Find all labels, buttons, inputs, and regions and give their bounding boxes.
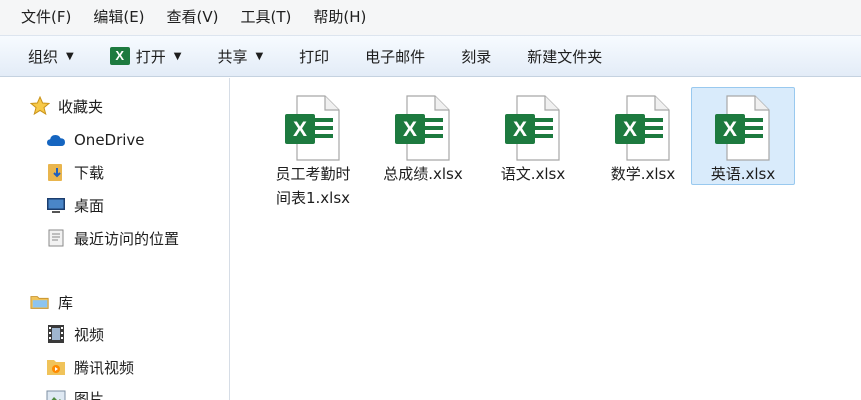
film-icon (46, 324, 66, 344)
organize-button[interactable]: 组织 ▼ (12, 41, 90, 71)
nav-onedrive-label: OneDrive (74, 131, 145, 149)
burn-label: 刻录 (461, 47, 492, 66)
new-folder-label: 新建文件夹 (527, 47, 603, 66)
menu-help[interactable]: 帮助(H) (302, 0, 377, 35)
file-name: 英语.xlsx (710, 165, 776, 183)
organize-label: 组织 (28, 47, 59, 66)
nav-pictures-label: 图片 (74, 389, 105, 400)
download-folder-icon (46, 162, 66, 182)
file-item-selected[interactable]: X 英语.xlsx (691, 87, 795, 185)
email-label: 电子邮件 (365, 47, 426, 66)
excel-file-icon: X (613, 94, 673, 162)
svg-text:X: X (513, 118, 527, 141)
svg-text:X: X (293, 118, 307, 141)
open-button[interactable]: X 打开 ▼ (94, 41, 198, 71)
burn-button[interactable]: 刻录 (445, 41, 507, 71)
file-item[interactable]: X 语文.xlsx (481, 87, 585, 185)
nav-libraries[interactable]: 库 (30, 288, 73, 316)
menu-view[interactable]: 查看(V) (156, 0, 230, 35)
nav-tencent-label: 腾讯视频 (74, 358, 135, 377)
tencent-video-folder-icon (46, 357, 66, 377)
file-name: 总成绩.xlsx (383, 165, 463, 183)
nav-libraries-label: 库 (58, 293, 74, 312)
nav-videos-label: 视频 (74, 325, 105, 344)
nav-tencent-video[interactable]: 腾讯视频 (46, 353, 134, 381)
email-button[interactable]: 电子邮件 (349, 41, 441, 71)
nav-favorites[interactable]: 收藏夹 (30, 92, 103, 120)
recent-places-icon (46, 228, 66, 248)
nav-recent-label: 最近访问的位置 (74, 229, 180, 248)
file-list-area: X 员工考勤时 间表1.xlsx X 总成绩.xlsx X 语文.xlsx X … (231, 78, 861, 400)
svg-text:X: X (723, 118, 737, 141)
open-label: 打开 (135, 47, 166, 66)
excel-file-icon: X (393, 94, 453, 162)
nav-downloads-label: 下载 (74, 163, 105, 182)
file-name: 语文.xlsx (500, 165, 566, 183)
file-item[interactable]: X 总成绩.xlsx (371, 87, 475, 185)
chevron-down-icon: ▼ (255, 50, 264, 62)
nav-pictures[interactable]: 图片 (46, 384, 104, 400)
print-label: 打印 (299, 47, 330, 66)
nav-videos[interactable]: 视频 (46, 320, 104, 348)
svg-text:X: X (403, 118, 417, 141)
nav-onedrive[interactable]: OneDrive (46, 126, 145, 154)
file-item[interactable]: X 员工考勤时 间表1.xlsx (261, 87, 365, 207)
print-button[interactable]: 打印 (283, 41, 345, 71)
nav-downloads[interactable]: 下载 (46, 158, 104, 186)
excel-file-icon: X (713, 94, 773, 162)
navigation-pane: 收藏夹 OneDrive 下载 桌面 最近访问的位置 库 视频 腾讯视频 图片 (0, 78, 230, 400)
desktop-icon (46, 195, 66, 215)
chevron-down-icon: ▼ (173, 50, 182, 62)
share-label: 共享 (217, 47, 248, 66)
share-button[interactable]: 共享 ▼ (201, 41, 279, 71)
excel-file-icon: X (283, 94, 343, 162)
menu-bar: 文件(F) 编辑(E) 查看(V) 工具(T) 帮助(H) (0, 0, 861, 35)
file-name-line: 间表1.xlsx (275, 189, 351, 207)
nav-recent-places[interactable]: 最近访问的位置 (46, 224, 179, 252)
nav-favorites-label: 收藏夹 (58, 97, 104, 116)
excel-file-icon: X (503, 94, 563, 162)
menu-tools[interactable]: 工具(T) (230, 0, 303, 35)
nav-desktop[interactable]: 桌面 (46, 191, 104, 219)
menu-file[interactable]: 文件(F) (10, 0, 82, 35)
excel-icon: X (109, 47, 130, 65)
nav-desktop-label: 桌面 (74, 196, 105, 215)
new-folder-button[interactable]: 新建文件夹 (511, 41, 618, 71)
command-toolbar: 组织 ▼ X 打开 ▼ 共享 ▼ 打印 电子邮件 刻录 新建文件夹 (0, 35, 861, 77)
menu-edit[interactable]: 编辑(E) (82, 0, 155, 35)
cloud-icon (46, 130, 66, 150)
library-folder-icon (30, 292, 50, 312)
star-icon (30, 96, 50, 116)
file-name: 员工考勤时 间表1.xlsx (253, 162, 373, 210)
chevron-down-icon: ▼ (66, 50, 74, 62)
file-name-line: 员工考勤时 (275, 165, 351, 183)
svg-text:X: X (623, 118, 637, 141)
picture-icon (46, 388, 66, 400)
file-item[interactable]: X 数学.xlsx (591, 87, 695, 185)
